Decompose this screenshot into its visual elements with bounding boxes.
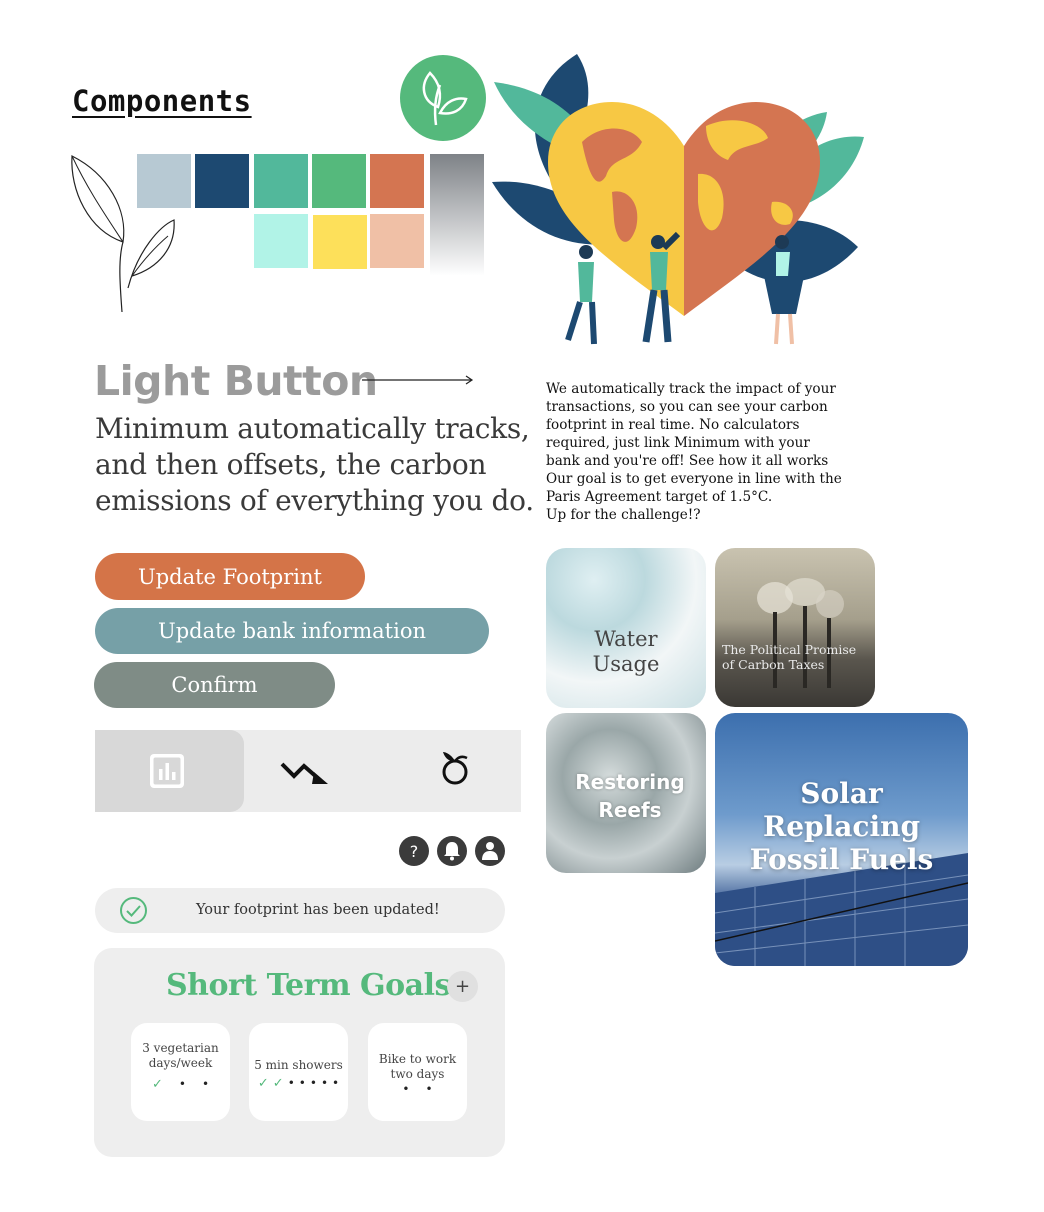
description-line: bank and you're off! See how it all work… — [546, 453, 829, 469]
goal-pending-dot: • — [287, 1076, 295, 1090]
swatch-mint — [254, 214, 308, 268]
goal-card-vegetarian[interactable]: 3 vegetarian days/week ✓ • • — [131, 1023, 230, 1121]
tab-stats[interactable] — [95, 730, 244, 812]
goal-card-bike[interactable]: Bike to work two days • • — [368, 1023, 467, 1121]
goal-check-mark: ✓ — [151, 1077, 163, 1092]
goal-check-mark: ✓ — [272, 1076, 284, 1091]
user-icon — [482, 842, 498, 860]
tile-label: Restoring Reefs — [575, 770, 685, 822]
tile-carbon-taxes[interactable]: The Political Promise of Carbon Taxes — [715, 548, 875, 707]
tile-label: Water Usage — [592, 627, 660, 676]
tile-restoring-reefs[interactable]: Restoring Reefs — [546, 713, 706, 873]
goal-label: 3 vegetarian — [142, 1041, 219, 1055]
description-line: Our goal is to get everyone in line with… — [546, 471, 842, 487]
tile-label: The Political Promise of Carbon Taxes — [722, 642, 857, 672]
leaf-logo-icon — [422, 71, 468, 126]
confirm-button[interactable]: Confirm — [94, 662, 335, 708]
add-goal-button[interactable]: + — [447, 971, 478, 1002]
tile-water-usage[interactable]: Water Usage — [546, 548, 706, 708]
description-paragraph: We automatically track the impact of you… — [546, 380, 846, 524]
goal-progress: • • — [368, 1082, 467, 1097]
goal-pending-dot: • — [298, 1076, 306, 1090]
description-line: transactions, so you can see your carbon — [546, 399, 828, 415]
update-bank-button[interactable]: Update bank information — [95, 608, 489, 654]
fruit-icon — [442, 752, 468, 785]
description-line: We automatically track the impact of you… — [546, 381, 836, 397]
goal-check-mark: ✓ — [257, 1076, 269, 1091]
swatch-grey-gradient — [430, 154, 484, 276]
tab-trends[interactable] — [244, 730, 370, 812]
goal-label: 5 min showers — [254, 1058, 343, 1072]
swatch-orange — [370, 154, 424, 208]
goal-pending-dot: • — [425, 1082, 433, 1096]
bell-icon — [444, 842, 460, 861]
page-title: Components — [72, 84, 252, 118]
goal-progress: ✓ • • — [131, 1077, 230, 1092]
notifications-button[interactable] — [437, 836, 467, 866]
description-line: Up for the challenge!? — [546, 507, 701, 523]
goal-pending-dot: • — [402, 1082, 410, 1096]
body-text-sample: Minimum automatically tracks, and then o… — [95, 412, 534, 517]
help-button[interactable]: ? — [399, 836, 429, 866]
toast-message: Your footprint has been updated! — [196, 902, 440, 918]
description-line: footprint in real time. No calculators — [546, 417, 800, 433]
goal-label: two days — [390, 1067, 445, 1081]
logo-badge — [400, 55, 486, 141]
swatch-teal — [254, 154, 308, 208]
goal-pending-dot: • — [332, 1076, 340, 1090]
heading-sample: Light Button — [94, 357, 378, 405]
goal-pending-dot: • — [178, 1077, 186, 1091]
update-footprint-button[interactable]: Update Footprint — [95, 553, 365, 600]
bar-chart-icon — [150, 754, 184, 788]
check-circle-icon — [120, 897, 147, 924]
description-line: Paris Agreement target of 1.5°C. — [546, 489, 773, 505]
goal-pending-dot: • — [320, 1076, 329, 1090]
tile-label: Solar Replacing Fossil Fuels — [749, 777, 934, 876]
goal-label: days/week — [148, 1056, 213, 1070]
tile-solar[interactable]: Solar Replacing Fossil Fuels — [715, 713, 968, 966]
goals-title: Short Term Goals — [166, 968, 451, 1003]
swatch-green — [312, 154, 366, 208]
heart-earth-illustration — [492, 54, 864, 345]
arrow-right-icon — [362, 375, 474, 385]
goal-progress: ✓ ✓ • • • • • — [249, 1076, 348, 1091]
goal-label: Bike to work — [378, 1052, 457, 1066]
goal-card-showers[interactable]: 5 min showers ✓ ✓ • • • • • — [249, 1023, 348, 1121]
trend-down-icon — [280, 762, 328, 784]
description-line: required, just link Minimum with your — [546, 435, 810, 451]
goal-pending-dot: • — [201, 1077, 210, 1091]
swatch-light-blue-grey — [137, 154, 191, 208]
goal-pending-dot: • — [309, 1076, 317, 1090]
swatch-peach — [370, 214, 424, 268]
swatch-navy — [195, 154, 249, 208]
tab-food[interactable] — [395, 730, 521, 812]
profile-button[interactable] — [475, 836, 505, 866]
swatch-yellow — [313, 215, 367, 269]
